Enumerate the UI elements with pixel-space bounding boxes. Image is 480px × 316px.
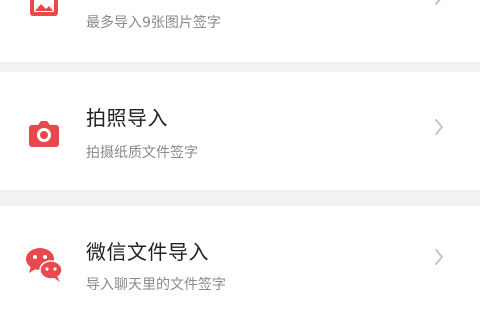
item-subtitle: 导入聊天里的文件签字	[86, 277, 226, 293]
image-icon	[30, 0, 58, 16]
chevron-right-icon	[435, 249, 443, 265]
photo-import-item[interactable]: 拍照导入 拍摄纸质文件签字	[0, 72, 480, 190]
item-title: 拍照导入	[86, 106, 168, 130]
item-title: 微信文件导入	[86, 240, 209, 264]
camera-icon	[29, 121, 59, 147]
wechat-icon	[26, 248, 63, 282]
import-images-item[interactable]: 最多导入9张图片签字	[0, 0, 480, 62]
chevron-right-icon	[435, 119, 443, 135]
item-subtitle: 最多导入9张图片签字	[86, 15, 221, 31]
chevron-right-icon	[435, 0, 441, 5]
item-subtitle: 拍摄纸质文件签字	[86, 145, 198, 161]
